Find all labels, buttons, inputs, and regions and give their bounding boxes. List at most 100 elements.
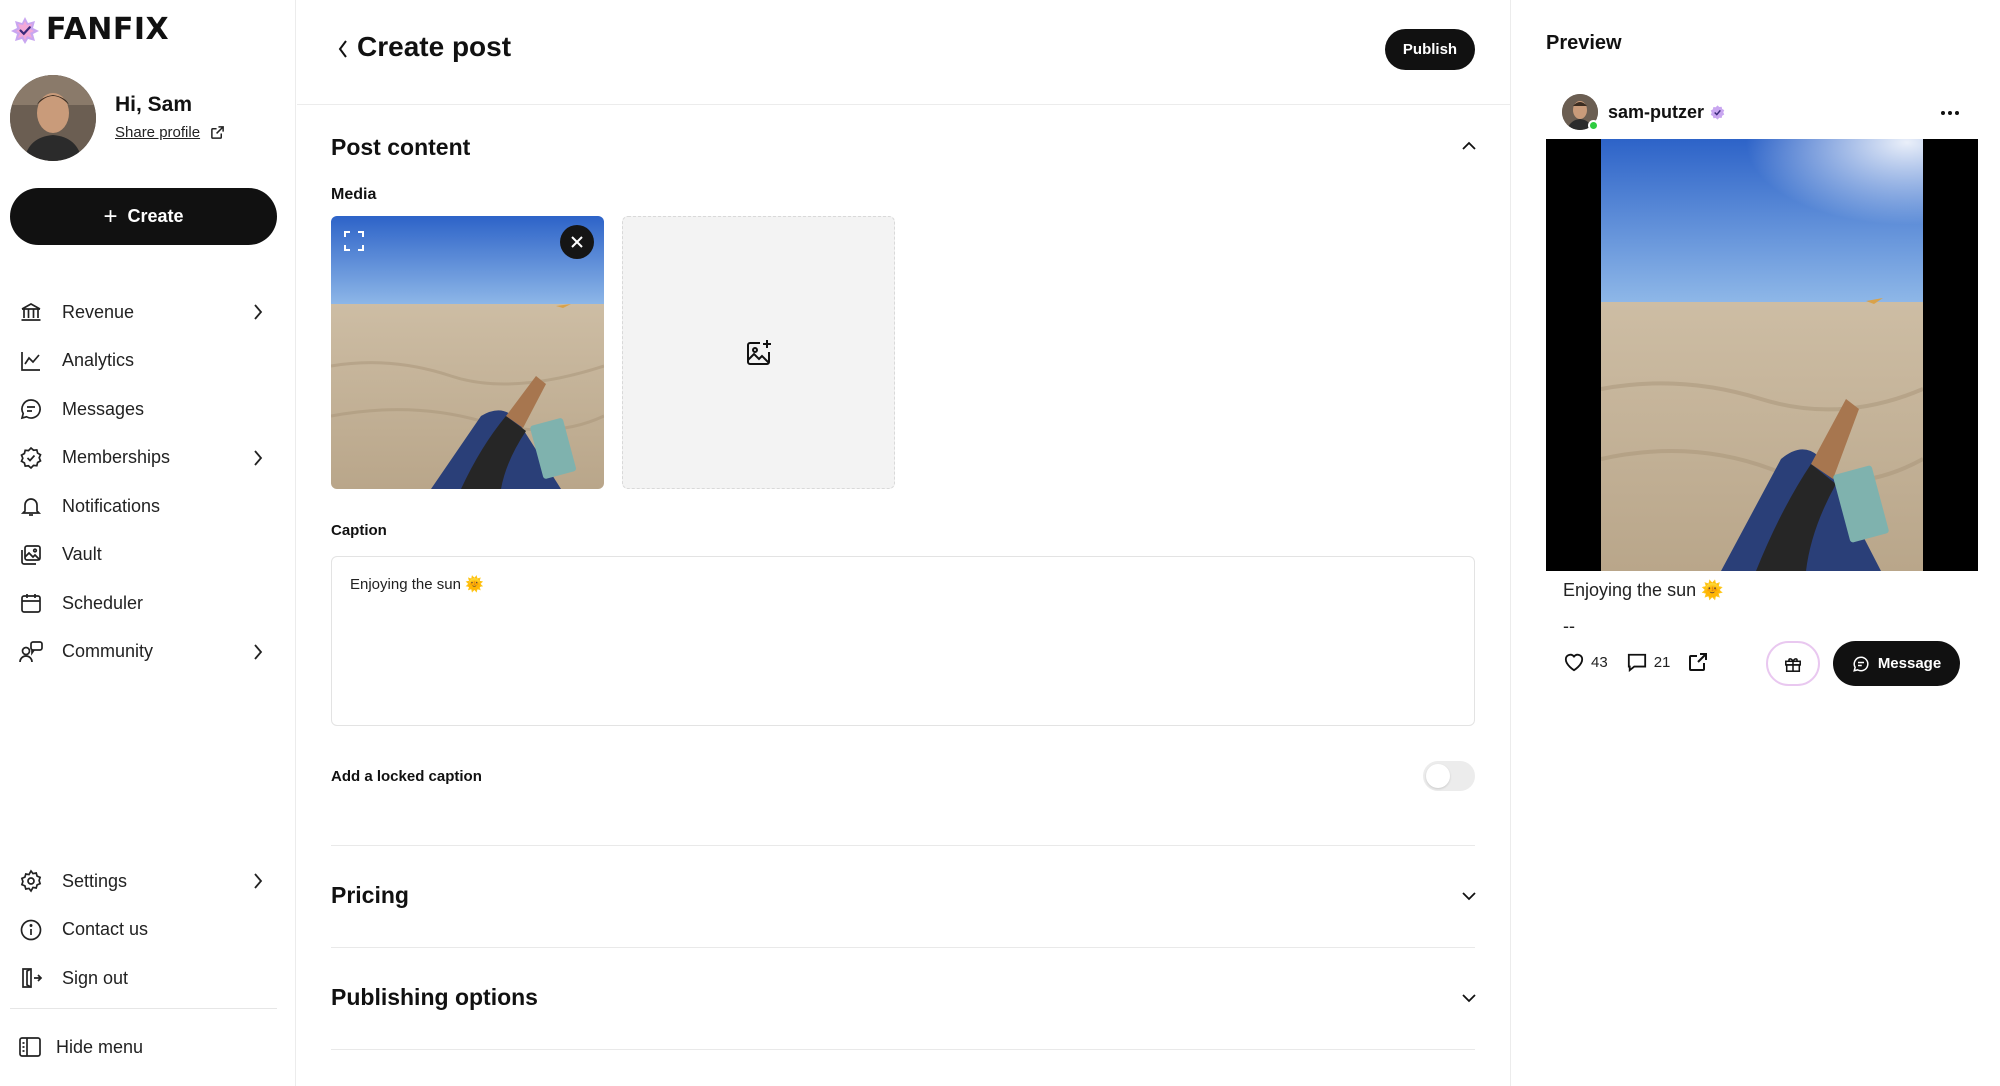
section-divider [331, 1049, 1475, 1050]
close-icon [571, 236, 583, 248]
sidebar-item-label: Settings [62, 870, 128, 891]
caption-input[interactable]: Enjoying the sun 🌞 [331, 556, 1475, 726]
main-nav: Revenue Analytics Messages Memberships N… [0, 288, 296, 676]
sidebar-item-label: Notifications [62, 495, 161, 516]
sidebar-item-community[interactable]: Community [0, 628, 296, 677]
sidebar-toggle-icon [19, 1037, 41, 1057]
preview-engagement: 43 21 [1563, 652, 1718, 672]
media-label: Media [331, 186, 377, 203]
sidebar-item-label: Revenue [62, 301, 135, 322]
expand-icon[interactable] [343, 230, 365, 252]
preview-post-header: sam-putzer [1562, 94, 1726, 131]
sidebar-item-vault[interactable]: Vault [0, 531, 296, 580]
gift-icon [1785, 657, 1801, 672]
sidebar-item-label: Contact us [62, 919, 149, 940]
preview-separator: -- [1563, 616, 1575, 636]
section-divider [331, 947, 1475, 948]
chevron-right-icon [254, 873, 263, 889]
sidebar-item-notifications[interactable]: Notifications [0, 482, 296, 531]
hide-menu-button[interactable]: Hide menu [18, 1036, 143, 1058]
gear-icon [18, 868, 44, 894]
remove-media-button[interactable] [560, 225, 594, 259]
chart-line-icon [18, 348, 44, 374]
verified-badge-icon [1710, 104, 1725, 120]
pricing-heading[interactable]: Pricing [331, 882, 409, 909]
sidebar-item-label: Scheduler [62, 592, 144, 613]
sidebar-item-revenue[interactable]: Revenue [0, 288, 296, 337]
sidebar-item-label: Analytics [62, 350, 135, 371]
chevron-right-icon [254, 304, 263, 320]
sidebar-item-settings[interactable]: Settings [0, 857, 296, 906]
media-thumbnail[interactable] [331, 216, 604, 489]
comment-count: 21 [1653, 653, 1671, 671]
section-divider [331, 845, 1475, 846]
beach-photo [331, 216, 604, 489]
sidebar-item-analytics[interactable]: Analytics [0, 337, 296, 386]
info-icon [18, 917, 44, 943]
publish-button[interactable]: Publish [1385, 29, 1475, 70]
greeting: Hi, Sam [115, 93, 193, 116]
chat-icon [18, 396, 44, 422]
secondary-nav: Settings Contact us Sign out [0, 857, 296, 1003]
preview-username[interactable]: sam-putzer [1608, 102, 1704, 123]
more-options-icon[interactable] [1940, 110, 1960, 116]
like-button[interactable]: 43 [1563, 652, 1608, 672]
sidebar-item-sign-out[interactable]: Sign out [0, 954, 296, 1003]
brand-name: FANFIX [46, 12, 170, 47]
chevron-down-icon[interactable] [1461, 891, 1477, 901]
plus-icon: + [103, 202, 118, 230]
sidebar-item-messages[interactable]: Messages [0, 385, 296, 434]
locked-caption-toggle[interactable] [1423, 761, 1475, 791]
post-preview: Preview sam-putzer Enjoying the sun 🌞 --… [1512, 0, 2000, 1086]
bank-icon [18, 299, 44, 325]
locked-caption-label: Add a locked caption [331, 768, 482, 785]
sidebar-item-label: Memberships [62, 447, 171, 468]
heart-icon [1564, 653, 1584, 672]
publishing-options-heading[interactable]: Publishing options [331, 984, 538, 1011]
comment-button[interactable]: 21 [1626, 652, 1671, 672]
sign-out-icon [18, 965, 44, 991]
external-link-icon [211, 126, 224, 139]
sidebar-divider [10, 1008, 277, 1009]
message-button[interactable]: Message [1833, 641, 1960, 686]
badge-check-icon [18, 445, 44, 471]
chevron-up-icon[interactable] [1461, 141, 1477, 151]
sidebar-item-scheduler[interactable]: Scheduler [0, 579, 296, 628]
sidebar-item-label: Community [62, 641, 154, 662]
community-icon [18, 639, 44, 665]
create-label: Create [127, 206, 184, 226]
create-post-panel: Create post Publish Post content Media C… [297, 0, 1511, 1086]
brand-logo[interactable]: FANFIX [10, 12, 169, 47]
gallery-icon [18, 542, 44, 568]
sidebar: FANFIX Hi, Sam Share profile + Create Re… [0, 0, 296, 1086]
hide-menu-label: Hide menu [56, 1036, 144, 1057]
preview-media[interactable] [1546, 139, 1978, 571]
like-count: 43 [1591, 653, 1608, 671]
caption-label: Caption [331, 522, 387, 539]
chevron-down-icon[interactable] [1461, 993, 1477, 1003]
share-button[interactable] [1688, 652, 1708, 672]
online-status-dot [1588, 120, 1599, 131]
sidebar-item-label: Vault [62, 544, 102, 565]
page-header: Create post Publish [297, 0, 1511, 105]
preview-caption: Enjoying the sun 🌞 [1563, 580, 1724, 600]
share-profile-link[interactable]: Share profile [115, 124, 225, 141]
create-button[interactable]: + Create [10, 188, 277, 245]
fanfix-logo-icon [11, 16, 39, 44]
tip-button[interactable] [1766, 641, 1820, 686]
page-title: Create post [357, 31, 512, 62]
add-media-tile[interactable] [622, 216, 895, 489]
back-chevron-icon[interactable] [337, 38, 349, 60]
profile-block: Hi, Sam Share profile [10, 75, 224, 161]
comment-icon [1627, 653, 1646, 672]
avatar[interactable] [10, 75, 96, 161]
sidebar-item-memberships[interactable]: Memberships [0, 434, 296, 483]
calendar-icon [18, 590, 44, 616]
share-profile-label: Share profile [115, 124, 201, 141]
sidebar-item-label: Sign out [62, 967, 129, 988]
chat-icon [1853, 655, 1869, 672]
sidebar-item-contact-us[interactable]: Contact us [0, 906, 296, 955]
toggle-knob [1426, 764, 1450, 788]
preview-heading: Preview [1546, 32, 1622, 54]
post-content-heading: Post content [331, 134, 471, 160]
